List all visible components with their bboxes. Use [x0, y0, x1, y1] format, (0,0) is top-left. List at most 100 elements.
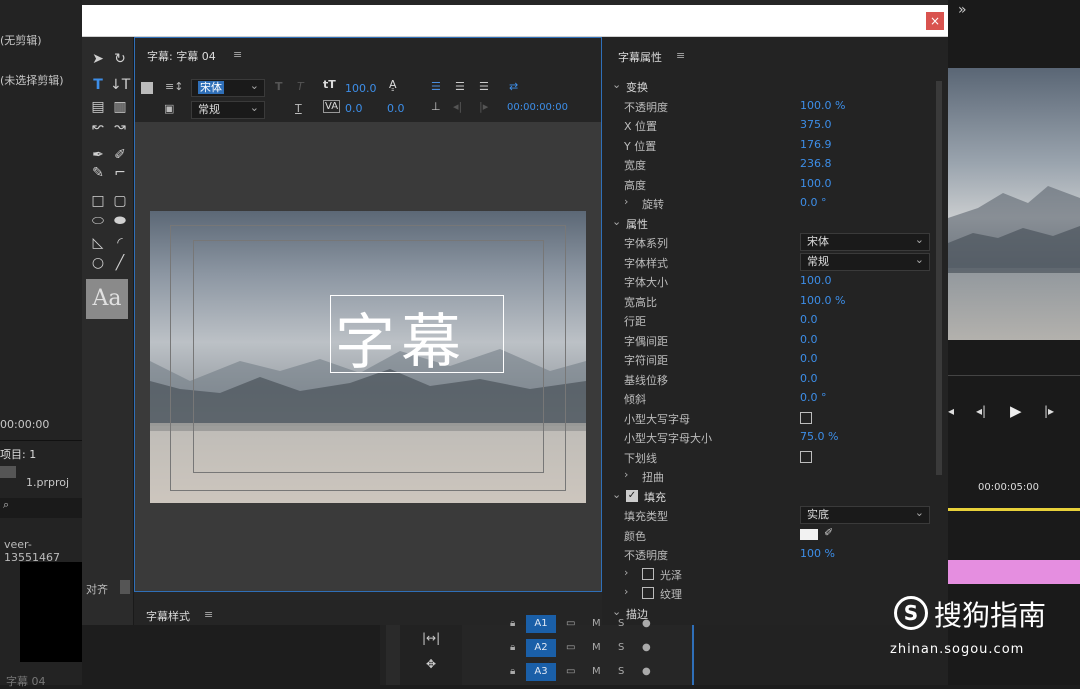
prop-row[interactable]: 颜色 ✐ — [616, 526, 936, 545]
prop-row[interactable]: › 旋转 0.0 ° — [616, 194, 936, 213]
dialog-titlebar[interactable]: × — [82, 5, 948, 37]
mute-button[interactable]: M — [592, 618, 601, 629]
prop-value[interactable]: 0.0 ° — [800, 196, 827, 209]
prop-row[interactable]: ⌄ ✓ 填充 — [612, 487, 936, 506]
prop-checkbox[interactable] — [642, 587, 654, 599]
ellipse-outline-tool-icon[interactable]: ○ — [88, 253, 108, 273]
mic-icon[interactable]: ● — [642, 642, 651, 653]
track-name[interactable]: A1 — [526, 615, 556, 633]
solo-button[interactable]: S — [618, 642, 624, 653]
bold-icon[interactable]: T — [275, 80, 283, 93]
prop-value[interactable]: 0.0 — [800, 352, 818, 365]
collapse-icon[interactable]: › — [624, 566, 628, 579]
sync-icon[interactable]: ▭ — [566, 666, 575, 677]
caption-text[interactable]: 字幕 — [335, 294, 467, 381]
search-input[interactable]: ⌕ — [0, 498, 82, 518]
pen-tool-icon[interactable]: ✒ — [88, 145, 108, 165]
align-center-icon[interactable]: ☰ — [455, 80, 465, 93]
audio-track-row[interactable]: 🔒︎ A2 ▭ M S ● — [510, 639, 950, 661]
prop-checkbox[interactable] — [800, 450, 812, 463]
prop-value[interactable]: 176.9 — [800, 138, 832, 151]
audio-track-row[interactable]: 🔒︎ A3 ▭ M S ● — [510, 663, 950, 685]
prop-row[interactable]: › 光泽 — [616, 565, 936, 584]
type-tool-icon[interactable]: T — [88, 75, 108, 95]
prop-row[interactable]: 小型大写字母大小 75.0 % — [616, 428, 936, 447]
timeline-scroll[interactable] — [386, 625, 400, 685]
prop-row[interactable]: 倾斜 0.0 ° — [616, 389, 936, 408]
prop-dropdown[interactable]: 常规 — [800, 252, 930, 271]
convert-anchor-tool-icon[interactable]: ⌐ — [110, 163, 130, 183]
next-frame-icon[interactable]: |▸ — [1044, 404, 1054, 418]
prop-row[interactable]: 基线位移 0.0 — [616, 370, 936, 389]
prop-row[interactable]: 下划线 — [616, 448, 936, 467]
italic-icon[interactable]: T — [297, 80, 304, 93]
title-clip[interactable] — [948, 560, 1080, 584]
prop-row[interactable]: X 位置 375.0 — [616, 116, 936, 135]
templates-icon[interactable]: ▣ — [164, 102, 174, 115]
track-name[interactable]: A3 — [526, 663, 556, 681]
lock-icon[interactable]: 🔒︎ — [510, 666, 515, 677]
monitor-scrubber[interactable] — [948, 375, 1080, 387]
prop-checkbox[interactable] — [642, 567, 654, 580]
area-type-tool-icon[interactable]: ▤ — [88, 97, 108, 117]
clip-thumbnail[interactable] — [20, 562, 82, 662]
rotate-tool-icon[interactable]: ↻ — [110, 49, 130, 69]
prop-value[interactable]: 0.0 ° — [800, 391, 827, 404]
panel-overflow-icon[interactable]: » — [958, 2, 967, 18]
expand-icon[interactable]: ⌄ — [612, 488, 621, 501]
leading-value[interactable]: 0.0 — [387, 102, 405, 115]
prop-value[interactable]: 0.0 — [800, 313, 818, 326]
prop-row[interactable]: 小型大写字母 — [616, 409, 936, 428]
fill-color-swatch[interactable] — [800, 528, 818, 540]
prop-value[interactable]: 75.0 % — [800, 430, 838, 443]
tab-menu-icon[interactable]: ≡ — [233, 48, 242, 61]
prop-row[interactable]: 字偶间距 0.0 — [616, 331, 936, 350]
font-size-value[interactable]: 100.0 — [345, 82, 377, 95]
mic-icon[interactable]: ● — [642, 666, 651, 677]
slide-tool-icon[interactable]: ✥ — [426, 657, 436, 671]
lock-icon[interactable]: 🔒︎ — [510, 618, 515, 629]
prop-row[interactable]: 填充类型 实底 — [616, 505, 936, 525]
prop-row[interactable]: › 扭曲 — [616, 467, 936, 486]
roll-crawl-icon[interactable]: ≡↕ — [165, 80, 183, 93]
work-area-bar[interactable] — [948, 508, 1080, 511]
prop-row[interactable]: 不透明度 100.0 % — [616, 97, 936, 116]
next-title-icon[interactable]: |▸ — [479, 100, 488, 113]
style-swatch[interactable]: Aa — [86, 279, 128, 319]
ellipse-tool-icon[interactable]: ⬭ — [88, 211, 108, 231]
align-icon[interactable] — [120, 580, 130, 594]
mute-button[interactable]: M — [592, 642, 601, 653]
arc-tool-icon[interactable]: ◜ — [110, 233, 130, 253]
path-type-tool-icon[interactable]: ↜ — [88, 117, 108, 137]
styles-menu-icon[interactable]: ≡ — [204, 608, 213, 621]
fill-checkbox[interactable]: ✓ — [626, 489, 638, 502]
title-stage-image[interactable]: 字幕 — [150, 211, 586, 503]
collapse-icon[interactable]: › — [624, 195, 628, 208]
vertical-path-type-tool-icon[interactable]: ↝ — [110, 117, 130, 137]
prop-dropdown[interactable]: 实底 — [800, 505, 930, 524]
rectangle-tool-icon[interactable]: □ — [88, 191, 108, 211]
title-tab[interactable]: 字幕: 字幕 04 — [147, 48, 216, 64]
vertical-type-tool-icon[interactable]: ↓T — [110, 75, 130, 95]
prop-row[interactable]: ⌄ 属性 — [612, 214, 936, 233]
close-button[interactable]: × — [926, 12, 944, 30]
collapse-icon[interactable]: › — [624, 468, 628, 481]
sync-icon[interactable]: ▭ — [566, 618, 575, 629]
prop-row[interactable]: 宽高比 100.0 % — [616, 292, 936, 311]
eyedropper-icon[interactable]: ✐ — [824, 526, 833, 539]
background-timecode[interactable]: 00:00:00:00 — [507, 102, 568, 113]
solo-button[interactable]: S — [618, 618, 624, 629]
prop-row[interactable]: 字符间距 0.0 — [616, 350, 936, 369]
prop-row[interactable]: 行距 0.0 — [616, 311, 936, 330]
sync-icon[interactable]: ▭ — [566, 642, 575, 653]
play-icon[interactable]: ▶ — [1010, 402, 1022, 420]
wedge-tool-icon[interactable]: ◺ — [88, 233, 108, 253]
lock-icon[interactable]: 🔒︎ — [510, 642, 515, 653]
prop-value[interactable]: 100.0 — [800, 274, 832, 287]
prop-row[interactable]: 字体大小 100.0 — [616, 272, 936, 291]
font-family-dropdown[interactable]: 宋体 — [191, 78, 265, 97]
styles-tab[interactable]: 字幕样式 — [146, 608, 190, 624]
prop-checkbox[interactable] — [800, 411, 812, 424]
prop-value[interactable]: 236.8 — [800, 157, 832, 170]
prop-row[interactable]: ⌄ 变换 — [612, 77, 936, 96]
